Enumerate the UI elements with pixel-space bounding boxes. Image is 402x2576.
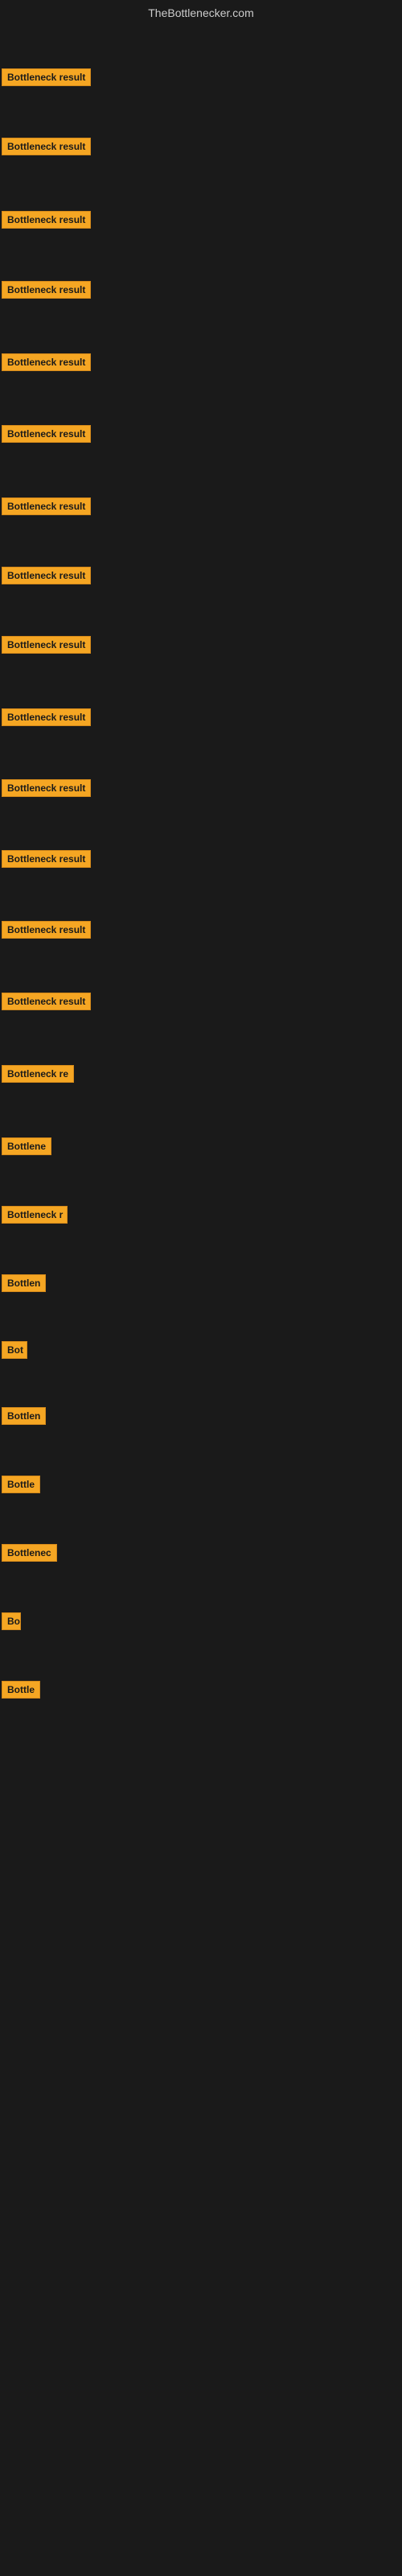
bottleneck-label[interactable]: Bottleneck result	[2, 497, 91, 515]
bottleneck-row: Bottleneck result	[0, 497, 91, 519]
bottleneck-row: Bottleneck result	[0, 636, 91, 658]
bottleneck-label[interactable]: Bottleneck result	[2, 636, 91, 654]
bottleneck-row: Bottleneck result	[0, 138, 91, 159]
bottleneck-row: Bottleneck result	[0, 281, 91, 303]
bottleneck-label[interactable]: Bottleneck result	[2, 138, 91, 155]
bottleneck-row: Bottlen	[0, 1274, 46, 1296]
bottleneck-label[interactable]: Bottleneck result	[2, 281, 91, 299]
bottleneck-label[interactable]: Bottlenec	[2, 1544, 57, 1562]
bottleneck-row: Bottleneck result	[0, 779, 91, 801]
bottleneck-row: Bottlenec	[0, 1544, 57, 1566]
bottleneck-row: Bottleneck result	[0, 850, 91, 872]
bottleneck-row: Bo	[0, 1612, 21, 1634]
bottleneck-label[interactable]: Bottlene	[2, 1137, 51, 1155]
bottleneck-row: Bottlene	[0, 1137, 51, 1159]
site-header: TheBottlenecker.com	[0, 0, 402, 23]
bottleneck-row: Bottleneck result	[0, 993, 91, 1014]
bottleneck-label[interactable]: Bottleneck result	[2, 708, 91, 726]
items-container: Bottleneck result Bottleneck result Bottle…	[0, 23, 402, 2438]
bottleneck-row: Bottleneck r	[0, 1206, 68, 1228]
bottleneck-label[interactable]: Bottleneck result	[2, 425, 91, 443]
bottleneck-label[interactable]: Bot	[2, 1341, 27, 1359]
bottleneck-row: Bottleneck result	[0, 567, 91, 588]
bottleneck-label[interactable]: Bottleneck result	[2, 211, 91, 229]
bottleneck-label[interactable]: Bottle	[2, 1681, 40, 1699]
bottleneck-row: Bottle	[0, 1476, 40, 1497]
bottleneck-row: Bottleneck result	[0, 353, 91, 375]
bottleneck-label[interactable]: Bottlen	[2, 1407, 46, 1425]
bottleneck-label[interactable]: Bottleneck result	[2, 68, 91, 86]
bottleneck-row: Bottleneck result	[0, 708, 91, 730]
bottleneck-row: Bottle	[0, 1681, 40, 1703]
bottleneck-label[interactable]: Bottleneck r	[2, 1206, 68, 1224]
bottleneck-label[interactable]: Bottleneck result	[2, 850, 91, 868]
bottleneck-label[interactable]: Bottleneck result	[2, 993, 91, 1010]
bottleneck-row: Bot	[0, 1341, 27, 1363]
bottleneck-row: Bottleneck result	[0, 68, 91, 90]
bottleneck-row: Bottleneck result	[0, 211, 91, 233]
bottleneck-row: Bottleneck result	[0, 425, 91, 447]
bottleneck-label[interactable]: Bottleneck result	[2, 567, 91, 584]
bottleneck-label[interactable]: Bottleneck result	[2, 353, 91, 371]
bottleneck-row: Bottlen	[0, 1407, 46, 1429]
bottleneck-label[interactable]: Bottleneck result	[2, 779, 91, 797]
bottleneck-row: Bottleneck re	[0, 1065, 74, 1087]
bottleneck-label[interactable]: Bottleneck re	[2, 1065, 74, 1083]
bottleneck-label[interactable]: Bottlen	[2, 1274, 46, 1292]
bottleneck-row: Bottleneck result	[0, 921, 91, 943]
bottleneck-label[interactable]: Bottle	[2, 1476, 40, 1493]
bottleneck-label[interactable]: Bottleneck result	[2, 921, 91, 939]
bottleneck-label[interactable]: Bo	[2, 1612, 21, 1630]
